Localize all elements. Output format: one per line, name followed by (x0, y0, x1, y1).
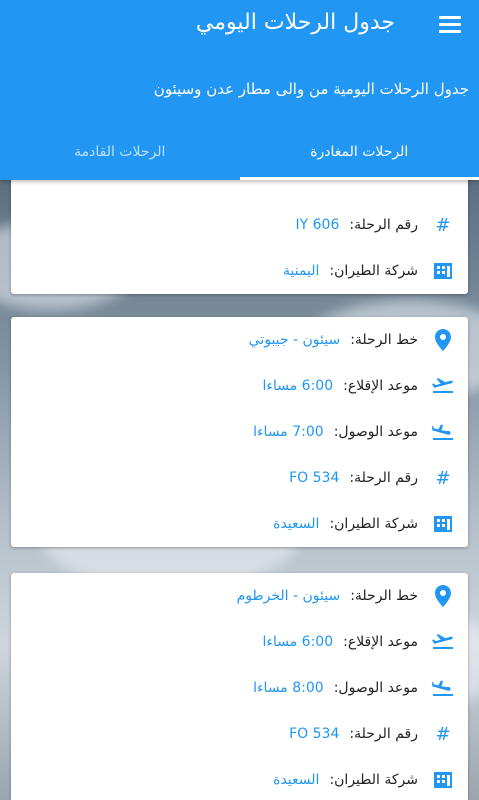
flight-card[interactable]: خط الرحلة: سيئون - الخرطوم موعد الإقلاع:… (11, 573, 468, 800)
departure-row: موعد الإقلاع: 6:00 مساءا (11, 363, 468, 409)
route-label: خط الرحلة: (350, 588, 418, 604)
building-icon (432, 513, 454, 535)
arrival-label: موعد الوصول: (333, 680, 418, 696)
tab-arrivals[interactable]: الرحلات القادمة (0, 130, 240, 180)
page-title: جدول الرحلات اليومي (195, 10, 395, 35)
flight-card[interactable]: خط الرحلة: سيئون - جيبوتي موعد الإقلاع: … (11, 317, 468, 547)
route-value: سيئون - الخرطوم (236, 588, 341, 604)
tab-departures[interactable]: الرحلات المغادرة (239, 130, 479, 180)
flight-number-value: FO 534 (289, 726, 340, 742)
route-row: خط الرحلة: سيئون - جيبوتي (11, 317, 468, 363)
flight-number-label: رقم الرحلة: (349, 726, 418, 742)
flight-number-value: FO 534 (289, 470, 340, 486)
route-value: سيئون - جيبوتي (248, 332, 341, 348)
tab-bar: الرحلات المغادرة الرحلات القادمة (0, 130, 479, 180)
departure-label: موعد الإقلاع: (343, 634, 418, 650)
hash-icon: # (435, 214, 451, 236)
arrival-label: موعد الوصول: (333, 424, 418, 440)
hash-icon: # (435, 723, 451, 745)
airline-label: شركة الطيران: (329, 772, 418, 788)
arrival-row: موعد الوصول: 8:00 مساءا (11, 665, 468, 711)
departure-value: 6:00 مساءا (262, 634, 334, 650)
flight-number-value: IY 606 (295, 217, 340, 233)
flight-number-row: # رقم الرحلة: FO 534 (11, 711, 468, 757)
menu-icon[interactable] (439, 16, 461, 34)
route-row: خط الرحلة: سيئون - الخرطوم (11, 573, 468, 619)
page-subtitle: جدول الرحلات اليومية من والى مطار عدن وس… (153, 80, 469, 98)
location-pin-icon (432, 329, 454, 351)
flight-number-label: رقم الرحلة: (349, 217, 418, 233)
arrival-row: موعد الوصول: 7:00 مساءا (11, 409, 468, 455)
airline-row: شركة الطيران: السعيدة (11, 757, 468, 800)
airline-value: اليمنية (283, 263, 320, 279)
takeoff-icon (432, 375, 454, 397)
arrival-value: 7:00 مساءا (253, 424, 324, 440)
airline-label: شركة الطيران: (329, 263, 418, 279)
arrival-value: 8:00 مساءا (253, 680, 324, 696)
flight-number-row: # رقم الرحلة: FO 534 (11, 455, 468, 501)
airline-label: شركة الطيران: (329, 516, 418, 532)
airline-row: شركة الطيران: اليمنية (11, 248, 468, 294)
airline-row: شركة الطيران: السعيدة (11, 501, 468, 547)
flight-number-label: رقم الرحلة: (349, 470, 418, 486)
app-bar: جدول الرحلات اليومي جدول الرحلات اليومية… (0, 0, 479, 180)
airline-value: السعيدة (273, 516, 320, 532)
building-icon (432, 769, 454, 791)
flight-card[interactable]: # رقم الرحلة: IY 606 شركة الطيران: اليمن… (11, 180, 468, 294)
airline-value: السعيدة (273, 772, 320, 788)
departure-label: موعد الإقلاع: (343, 378, 418, 394)
building-icon (432, 260, 454, 282)
flight-number-row: # رقم الرحلة: IY 606 (11, 202, 468, 248)
takeoff-icon (432, 631, 454, 653)
hash-icon: # (435, 467, 451, 489)
route-label: خط الرحلة: (350, 332, 418, 348)
location-pin-icon (432, 585, 454, 607)
landing-icon (432, 421, 454, 443)
departure-row: موعد الإقلاع: 6:00 مساءا (11, 619, 468, 665)
departure-value: 6:00 مساءا (262, 378, 334, 394)
landing-icon (432, 677, 454, 699)
flights-list[interactable]: # رقم الرحلة: IY 606 شركة الطيران: اليمن… (0, 180, 479, 800)
